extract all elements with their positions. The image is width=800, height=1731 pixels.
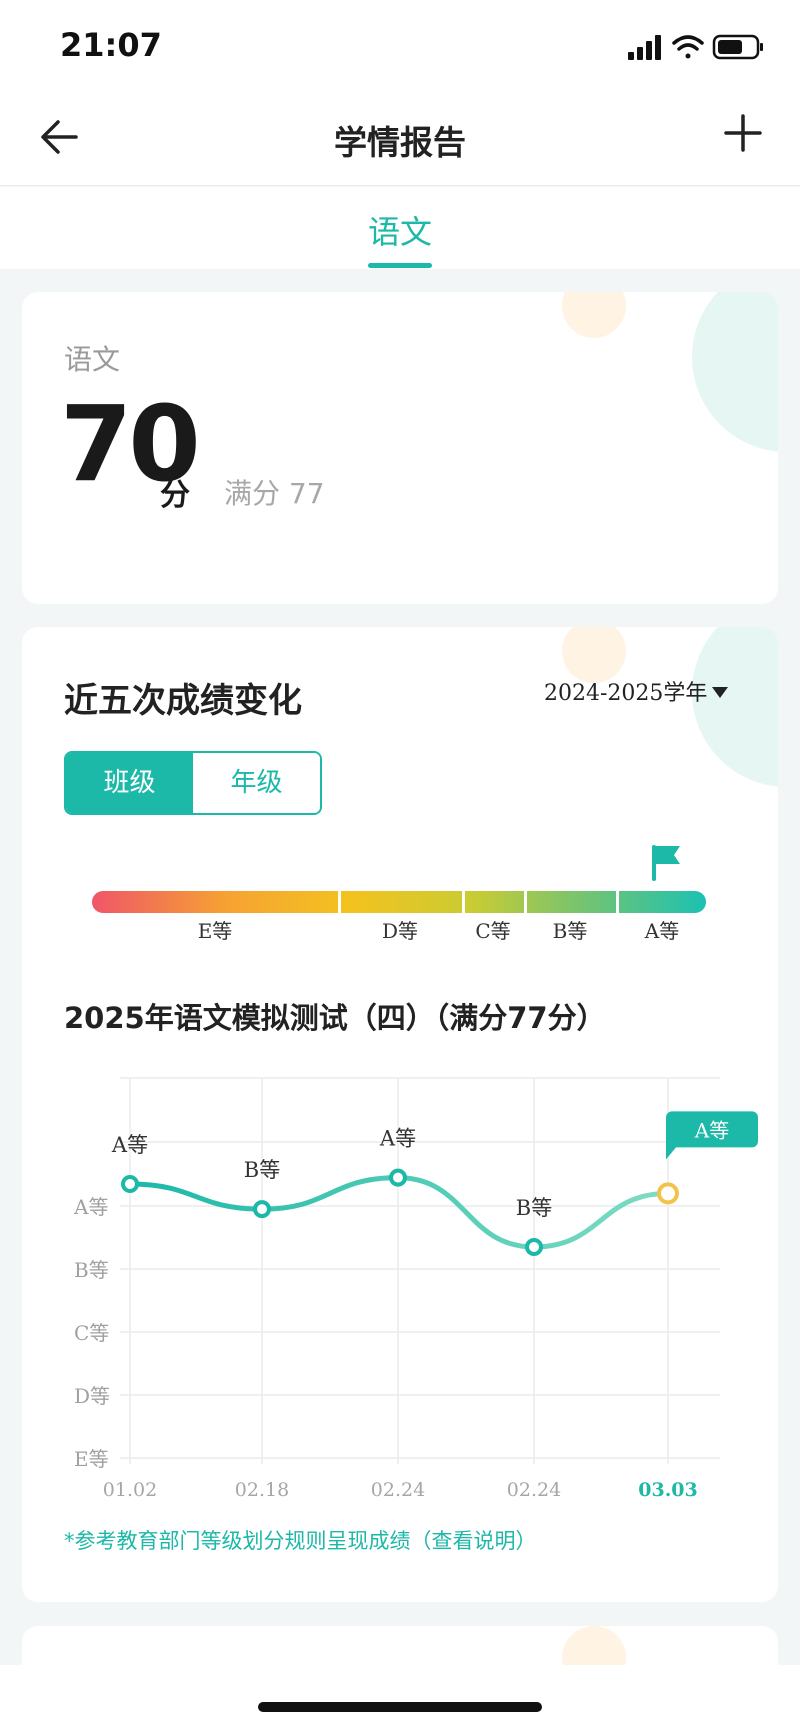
level-label-a: A等 bbox=[644, 919, 680, 943]
level-label-b: B等 bbox=[552, 919, 588, 943]
battery-icon bbox=[712, 34, 763, 60]
x-tick-label: 03.03 bbox=[638, 1479, 698, 1501]
data-point bbox=[389, 1168, 407, 1187]
data-label: B等 bbox=[516, 1196, 552, 1220]
x-tick-label: 01.02 bbox=[103, 1479, 157, 1501]
scope-grade-button[interactable]: 年级 bbox=[193, 753, 320, 813]
scope-class-button[interactable]: 班级 bbox=[66, 753, 193, 813]
data-point bbox=[657, 1182, 679, 1205]
decoration-dot bbox=[562, 292, 626, 338]
grade-trend-chart: E等 D等 C等 B等 A等 A等 B等 A等 B等 A等 01.02 02.18 02.24 02.24… bbox=[22, 1030, 778, 1510]
full-score: 满分 77 bbox=[224, 477, 325, 510]
subject-tab-bar: 语文 bbox=[0, 187, 800, 269]
data-point bbox=[253, 1200, 271, 1219]
nav-bar: 学情报告 bbox=[0, 92, 800, 186]
signal-icon bbox=[628, 35, 661, 60]
data-label: B等 bbox=[244, 1158, 280, 1182]
level-label-d: D等 bbox=[381, 919, 419, 943]
y-tick-label: E等 bbox=[74, 1447, 109, 1471]
level-label-e: E等 bbox=[197, 919, 233, 943]
bottom-safe-area bbox=[0, 1665, 800, 1731]
x-tick-label: 02.18 bbox=[235, 1479, 289, 1501]
x-tick-label: 02.24 bbox=[507, 1479, 561, 1501]
tab-active-indicator bbox=[368, 263, 432, 268]
level-divider bbox=[616, 891, 619, 913]
series-line bbox=[127, 1175, 671, 1250]
y-tick-label: D等 bbox=[74, 1384, 110, 1408]
data-point bbox=[121, 1174, 139, 1193]
grading-note-link[interactable]: *参考教育部门等级划分规则呈现成绩（查看说明） bbox=[64, 1525, 537, 1555]
score-unit: 分 bbox=[160, 478, 190, 513]
y-tick-label: A等 bbox=[73, 1195, 108, 1219]
home-indicator bbox=[258, 1702, 542, 1712]
tab-chinese[interactable]: 语文 bbox=[0, 207, 800, 253]
decoration-arc bbox=[692, 292, 778, 452]
caret-down-icon[interactable] bbox=[712, 687, 728, 698]
year-select[interactable]: 2024-2025学年 bbox=[544, 675, 707, 707]
decoration-arc bbox=[692, 627, 778, 787]
wifi-icon bbox=[672, 35, 704, 59]
data-label: A等 bbox=[694, 1118, 729, 1142]
chart-svg: E等 D等 C等 B等 A等 A等 B等 A等 B等 A等 01.02 02.18 02.24 02.24… bbox=[73, 1077, 758, 1501]
level-scale-bar bbox=[92, 891, 706, 913]
y-tick-label: B等 bbox=[74, 1258, 109, 1282]
status-time: 21:07 bbox=[60, 26, 162, 64]
trend-title: 近五次成绩变化 bbox=[64, 681, 302, 721]
data-label: A等 bbox=[111, 1133, 148, 1157]
flag-icon bbox=[652, 845, 680, 881]
plus-icon[interactable] bbox=[720, 110, 766, 156]
x-tick-label: 02.24 bbox=[371, 1479, 425, 1501]
level-divider bbox=[338, 891, 341, 913]
level-divider bbox=[524, 891, 527, 913]
status-icons bbox=[628, 34, 763, 60]
page-title: 学情报告 bbox=[334, 123, 466, 162]
data-label: A等 bbox=[379, 1127, 416, 1151]
subject-label: 语文 bbox=[64, 343, 121, 376]
status-bar: 21:07 bbox=[0, 0, 800, 92]
scope-toggle: 班级 年级 bbox=[64, 751, 322, 815]
y-tick-label: C等 bbox=[74, 1321, 109, 1345]
level-label-c: C等 bbox=[475, 919, 511, 943]
level-divider bbox=[462, 891, 465, 913]
data-point bbox=[525, 1237, 543, 1256]
score-card: 语文 70 分 满分 77 bbox=[22, 292, 778, 604]
